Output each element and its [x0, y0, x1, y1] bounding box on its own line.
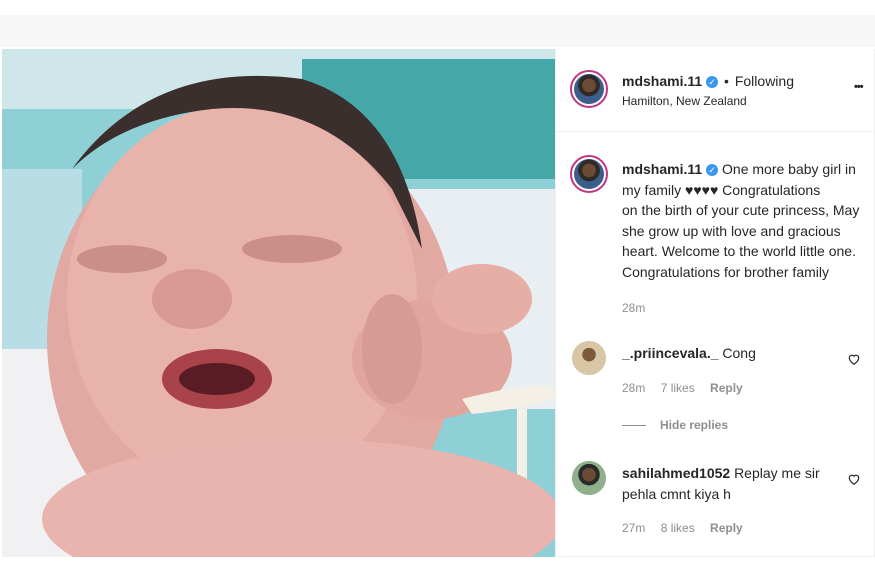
like-heart-icon[interactable] [847, 352, 861, 366]
comment-text: pehla cmnt kiya h [622, 485, 731, 502]
post-location[interactable]: Hamilton, New Zealand [622, 91, 747, 112]
caption-time[interactable]: 28m [622, 298, 645, 319]
reply-button[interactable]: Reply [710, 521, 743, 535]
verified-badge-icon: ✓ [706, 164, 719, 176]
caption-avatar-image [574, 159, 604, 189]
post-side-panel: mdshami.11 ✓ • Following Hamilton, New Ze… [555, 49, 875, 557]
hide-replies-button[interactable]: Hide replies [660, 415, 728, 436]
verified-badge-icon: ✓ [706, 76, 719, 88]
comment-text: Replay me sir [734, 465, 820, 481]
commenter-avatar-image [572, 461, 606, 495]
comment-likes[interactable]: 8 likes [661, 521, 695, 535]
caption-line: heart. Welcome to the world little one. [622, 243, 856, 260]
more-options-icon[interactable]: ••• [854, 77, 864, 98]
comment-likes[interactable]: 7 likes [661, 381, 695, 395]
comment-username[interactable]: _.priincevala._ [622, 345, 719, 361]
commenter-avatar[interactable] [572, 461, 606, 495]
comment-time[interactable]: 27m [622, 521, 645, 535]
caption-line: on the birth of your cute princess, May [622, 202, 860, 219]
caption: mdshami.11 ✓ One more baby girl in my fam… [622, 159, 867, 283]
comment: _.priincevala._ Cong [622, 343, 756, 364]
like-heart-icon[interactable] [847, 472, 861, 486]
hide-replies-line [622, 425, 646, 426]
author-avatar-image [574, 74, 604, 104]
caption-line: she grow up with love and gracious [622, 222, 841, 239]
reply-button[interactable]: Reply [710, 381, 743, 395]
author-username[interactable]: mdshami.11 [622, 73, 702, 89]
caption-avatar[interactable] [570, 155, 608, 193]
caption-line: Congratulations for brother family [622, 263, 829, 280]
comment-meta: 27m 8 likes Reply [622, 518, 743, 539]
caption-line: my family ♥♥♥♥ Congratulations [622, 181, 821, 198]
caption-line: One more baby girl in [722, 161, 856, 177]
comment: sahilahmed1052 Replay me sir pehla cmnt … [622, 463, 847, 504]
comment-meta: 28m 7 likes Reply [622, 378, 743, 399]
comment-username[interactable]: sahilahmed1052 [622, 465, 730, 481]
post-image[interactable] [2, 49, 555, 557]
commenter-avatar-image [572, 341, 606, 375]
comment-text: Cong [722, 345, 756, 361]
browser-top-bar [0, 15, 875, 47]
author-avatar[interactable] [570, 70, 608, 108]
follow-separator: • [724, 73, 729, 89]
comment-time[interactable]: 28m [622, 381, 645, 395]
commenter-avatar[interactable] [572, 341, 606, 375]
following-button[interactable]: Following [735, 73, 794, 89]
caption-username[interactable]: mdshami.11 [622, 161, 702, 177]
post-header: mdshami.11 ✓ • Following Hamilton, New Ze… [556, 49, 874, 132]
